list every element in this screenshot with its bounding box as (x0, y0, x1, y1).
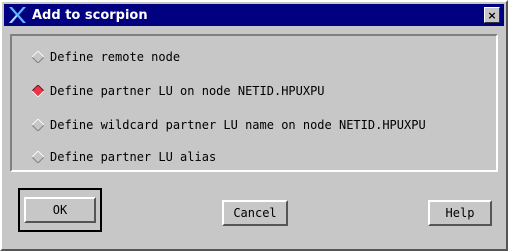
x-logo-icon (4, 4, 30, 26)
options-panel: Define remote node Define partner LU on … (10, 34, 498, 172)
ok-button[interactable]: OK (24, 197, 96, 223)
radio-selected-icon[interactable] (32, 85, 44, 97)
radio-icon[interactable] (32, 151, 44, 163)
option-label: Define partner LU alias (50, 150, 217, 164)
radio-icon[interactable] (32, 119, 44, 131)
radio-icon[interactable] (32, 51, 44, 63)
option-label: Define partner LU on node NETID.HPUXPU (50, 84, 325, 98)
window-title: Add to scorpion (32, 7, 148, 23)
option-define-partner-lu-alias[interactable]: Define partner LU alias (32, 150, 216, 164)
dialog-window: Add to scorpion × Define remote node Def… (0, 0, 508, 251)
option-define-wildcard-partner-lu[interactable]: Define wildcard partner LU name on node … (32, 118, 426, 132)
button-bar: OK Cancel Help (10, 182, 502, 246)
option-label: Define remote node (50, 50, 181, 64)
cancel-button[interactable]: Cancel (222, 200, 288, 226)
option-define-remote-node[interactable]: Define remote node (32, 50, 180, 64)
title-bar[interactable]: Add to scorpion × (4, 4, 504, 26)
close-icon[interactable]: × (484, 7, 500, 23)
option-label: Define wildcard partner LU name on node … (50, 118, 426, 132)
help-button[interactable]: Help (428, 200, 492, 226)
option-define-partner-lu[interactable]: Define partner LU on node NETID.HPUXPU (32, 84, 325, 98)
